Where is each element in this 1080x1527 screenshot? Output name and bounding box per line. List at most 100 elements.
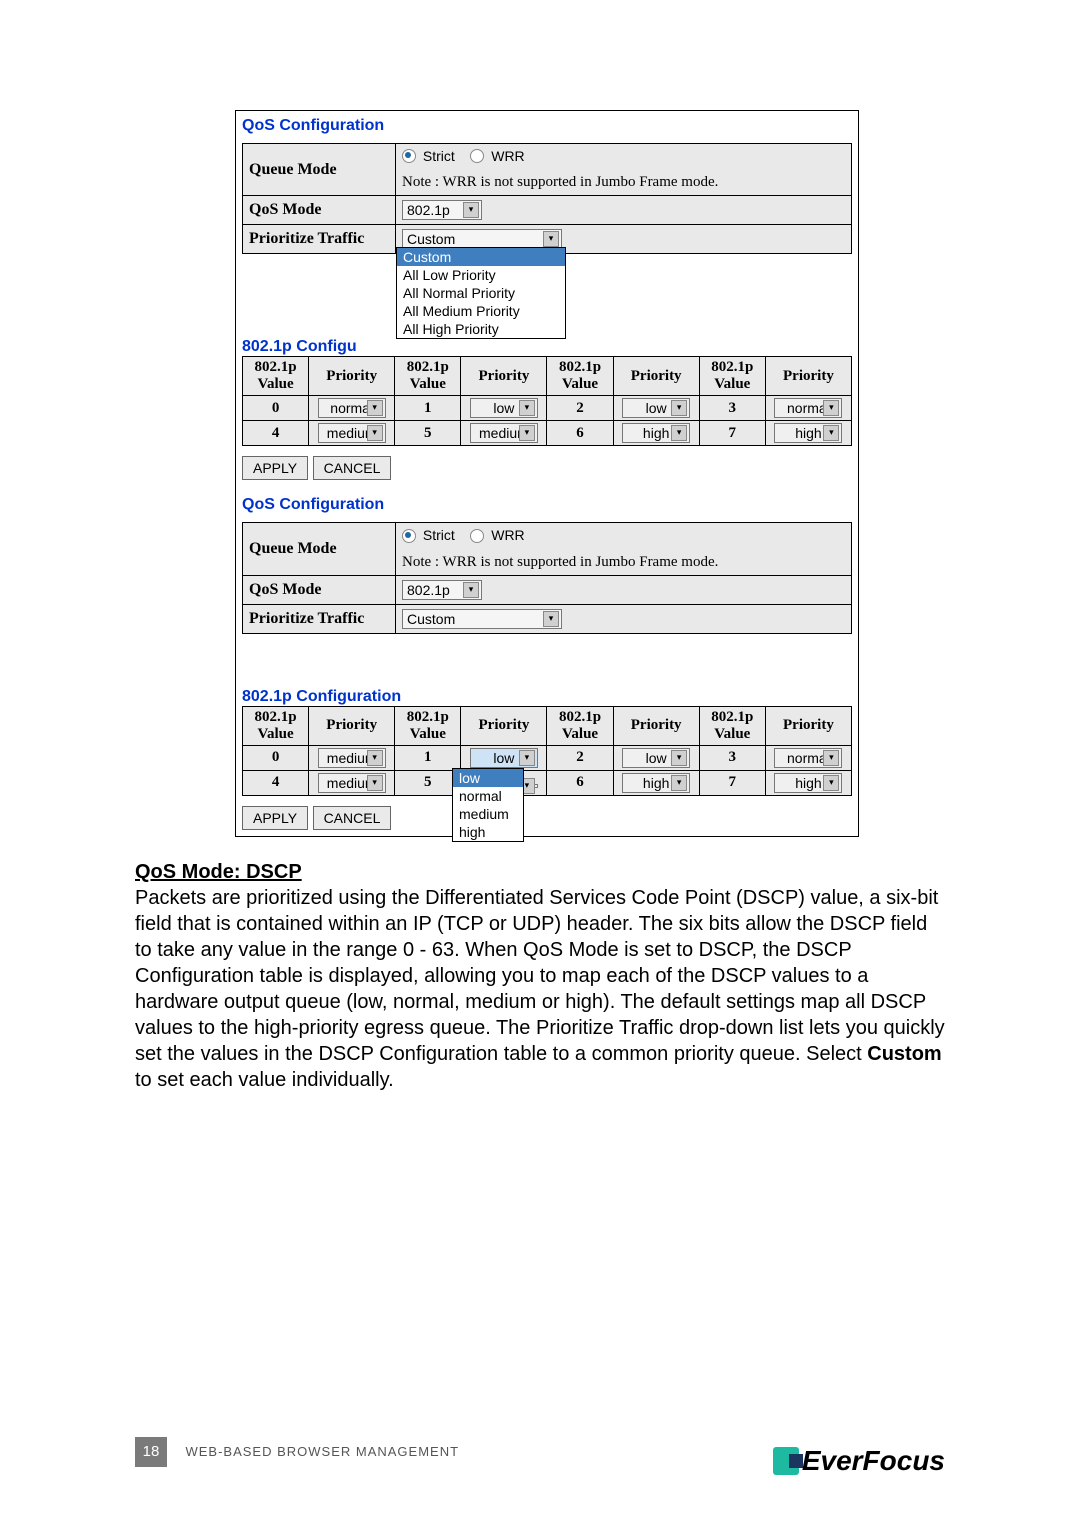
page-footer: 18 WEB-BASED BROWSER MANAGEMENT EverFocu… — [135, 1437, 945, 1477]
chevron-down-icon: ▾ — [519, 400, 535, 416]
8021p-priority-select[interactable]: low▾ — [470, 748, 538, 768]
qos-basic-settings-table: Queue Mode Strict WRR Note : WRR is not … — [242, 143, 852, 254]
chevron-down-icon: ▾ — [671, 425, 687, 441]
8021p-priority-select[interactable]: medium▾ — [318, 748, 386, 768]
qos-mode-label: QoS Mode — [243, 196, 396, 225]
footer-caption: WEB-BASED BROWSER MANAGEMENT — [185, 1444, 459, 1459]
queue-mode-note: Note : WRR is not supported in Jumbo Fra… — [402, 554, 718, 570]
priority-option[interactable]: medium — [453, 805, 523, 823]
8021p-priority-open-list[interactable]: low normal medium high — [452, 768, 524, 842]
8021p-priority-select[interactable]: medium▾ — [318, 773, 386, 793]
8021p-value: 1 — [395, 396, 461, 421]
8021p-header-value: 802.1p Value — [699, 706, 765, 745]
chevron-down-icon: ▾ — [543, 231, 559, 247]
8021p-value: 0 — [243, 745, 309, 770]
8021p-value: 2 — [547, 396, 613, 421]
prioritize-traffic-select[interactable]: Custom ▾ — [402, 229, 562, 249]
chevron-down-icon: ▾ — [367, 400, 383, 416]
chevron-down-icon: ▾ — [543, 611, 559, 627]
8021p-header-value: 802.1p Value — [243, 706, 309, 745]
prioritize-traffic-open-list[interactable]: Custom All Low Priority All Normal Prior… — [396, 247, 566, 339]
8021p-header-priority: Priority — [613, 357, 699, 396]
8021p-priority-select[interactable]: high▾ — [774, 423, 842, 443]
qos-mode-select-value: 802.1p — [407, 202, 450, 218]
8021p-priority-select[interactable]: low▾ — [470, 398, 538, 418]
8021p-priority-select[interactable]: normal▾ — [318, 398, 386, 418]
8021p-section-title: 802.1p Configu — [242, 338, 852, 356]
prioritize-traffic-label: Prioritize Traffic — [243, 225, 396, 254]
prioritize-traffic-select[interactable]: Custom▾ — [402, 609, 562, 629]
prioritize-traffic-value: Custom — [407, 231, 455, 247]
8021p-priority-select[interactable]: high▾ — [774, 773, 842, 793]
body-text-2: to set each value individually. — [135, 1069, 394, 1091]
chevron-down-icon: ▾ — [519, 750, 535, 766]
8021p-priority-select[interactable]: medium▾ — [470, 423, 538, 443]
queue-mode-wrr-radio[interactable] — [470, 149, 484, 163]
priority-option[interactable]: high — [453, 823, 523, 841]
8021p-header-priority: Priority — [309, 357, 395, 396]
qos-config-panel-1: QoS Configuration Queue Mode Strict WRR … — [235, 110, 859, 837]
queue-mode-wrr-label: WRR — [491, 148, 524, 164]
prioritize-traffic-option[interactable]: All Normal Priority — [397, 284, 565, 302]
cancel-button[interactable]: CANCEL — [313, 456, 392, 480]
queue-mode-strict-label: Strict — [423, 527, 455, 543]
8021p-value: 2 — [547, 745, 613, 770]
queue-mode-wrr-radio[interactable] — [470, 529, 484, 543]
queue-mode-label: Queue Mode — [243, 144, 396, 196]
8021p-priority-select[interactable]: low▾ — [622, 398, 690, 418]
prioritize-traffic-option[interactable]: All Low Priority — [397, 266, 565, 284]
8021p-priority-select[interactable]: normal▾ — [774, 398, 842, 418]
8021p-value: 3 — [699, 745, 765, 770]
8021p-value: 6 — [547, 770, 613, 795]
priority-option[interactable]: normal — [453, 787, 523, 805]
8021p-section-title: 802.1p Configuration — [242, 688, 852, 706]
brand: EverFocus — [773, 1445, 945, 1477]
priority-option[interactable]: low — [453, 769, 523, 787]
prioritize-traffic-label: Prioritize Traffic — [243, 604, 396, 633]
8021p-header-value: 802.1p Value — [699, 357, 765, 396]
queue-mode-note: Note : WRR is not supported in Jumbo Fra… — [402, 174, 718, 190]
8021p-priority-select[interactable]: high▾ — [622, 773, 690, 793]
8021p-header-priority: Priority — [461, 357, 547, 396]
prioritize-traffic-option[interactable]: Custom — [397, 248, 565, 266]
apply-button[interactable]: APPLY — [242, 806, 308, 830]
8021p-value: 5 — [395, 770, 461, 795]
chevron-down-icon: ▾ — [671, 775, 687, 791]
prioritize-traffic-option[interactable]: All Medium Priority — [397, 302, 565, 320]
8021p-header-priority: Priority — [613, 706, 699, 745]
8021p-value: 5 — [395, 421, 461, 446]
qos-mode-select[interactable]: 802.1p▾ — [402, 580, 482, 600]
body-text-1: Packets are prioritized using the Differ… — [135, 887, 945, 1065]
body-custom-word: Custom — [867, 1043, 941, 1065]
8021p-header-value: 802.1p Value — [395, 706, 461, 745]
8021p-config-table: 802.1p Value Priority 802.1p Value Prior… — [242, 706, 852, 796]
8021p-config-table: 802.1p Value Priority 802.1p Value Prior… — [242, 356, 852, 446]
queue-mode-strict-radio[interactable] — [402, 149, 416, 163]
queue-mode-wrr-label: WRR — [491, 527, 524, 543]
8021p-value: 7 — [699, 770, 765, 795]
8021p-priority-select[interactable]: normal▾ — [774, 748, 842, 768]
chevron-down-icon: ▾ — [463, 582, 479, 598]
prioritize-traffic-option[interactable]: All High Priority — [397, 320, 565, 338]
chevron-down-icon: ▾ — [463, 202, 479, 218]
8021p-value: 4 — [243, 770, 309, 795]
8021p-header-priority: Priority — [309, 706, 395, 745]
brand-name: EverFocus — [802, 1445, 945, 1476]
qos-basic-settings-table: Queue Mode Strict WRR Note : WRR is not … — [242, 522, 852, 633]
cancel-button[interactable]: CANCEL — [313, 806, 392, 830]
8021p-header-priority: Priority — [765, 357, 851, 396]
8021p-header-priority: Priority — [765, 706, 851, 745]
8021p-header-value: 802.1p Value — [547, 357, 613, 396]
8021p-header-value: 802.1p Value — [395, 357, 461, 396]
chevron-down-icon: ▾ — [823, 750, 839, 766]
qos-mode-select[interactable]: 802.1p ▾ — [402, 200, 482, 220]
chevron-down-icon: ▾ — [367, 425, 383, 441]
queue-mode-strict-radio[interactable] — [402, 529, 416, 543]
chevron-down-icon: ▾ — [519, 425, 535, 441]
8021p-priority-select[interactable]: medium▾ — [318, 423, 386, 443]
8021p-priority-select[interactable]: low▾ — [622, 748, 690, 768]
chevron-down-icon: ▾ — [823, 775, 839, 791]
8021p-priority-select[interactable]: high▾ — [622, 423, 690, 443]
apply-button[interactable]: APPLY — [242, 456, 308, 480]
8021p-value: 3 — [699, 396, 765, 421]
